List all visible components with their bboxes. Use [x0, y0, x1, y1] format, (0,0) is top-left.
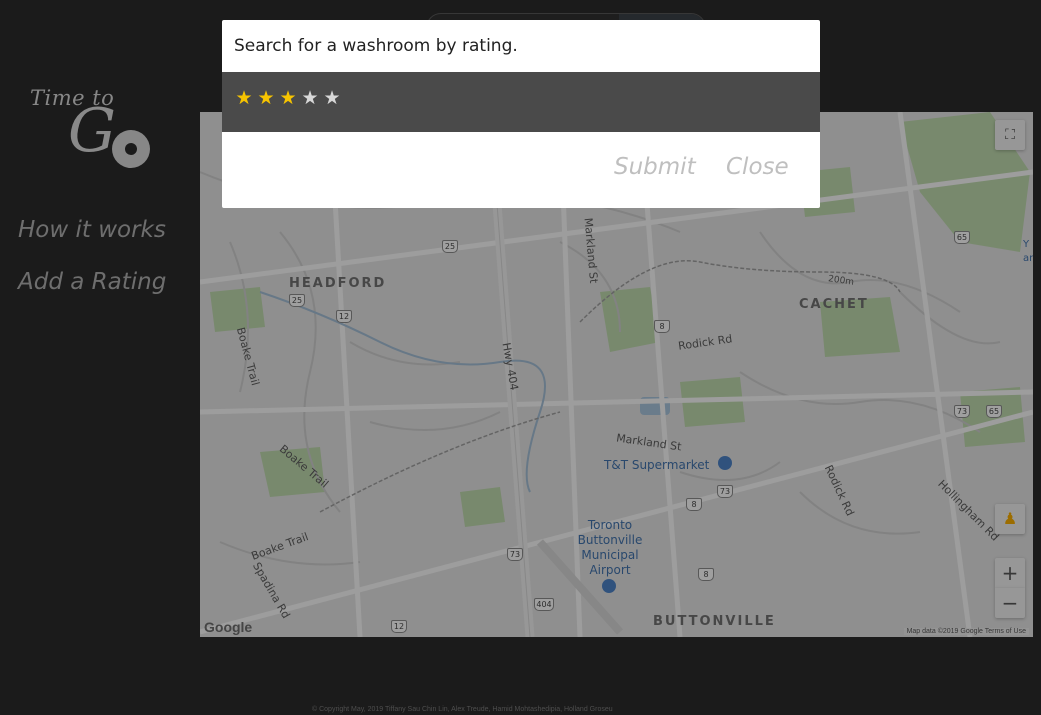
star-icon[interactable]: ★ — [278, 88, 298, 108]
submit-button[interactable]: Submit — [614, 154, 696, 180]
close-button[interactable]: Close — [726, 154, 789, 180]
star-icon[interactable]: ★ — [256, 88, 276, 108]
star-icon[interactable]: ★ — [234, 88, 254, 108]
modal-actions: Submit Close — [222, 132, 820, 208]
rating-search-modal: Search for a washroom by rating. ★ ★ ★ ★ ★ S… — [222, 20, 820, 208]
star-icon[interactable]: ★ — [322, 88, 342, 108]
modal-title: Search for a washroom by rating. — [234, 36, 518, 56]
star-rating-input[interactable]: ★ ★ ★ ★ ★ — [222, 72, 820, 132]
star-icon[interactable]: ★ — [300, 88, 320, 108]
